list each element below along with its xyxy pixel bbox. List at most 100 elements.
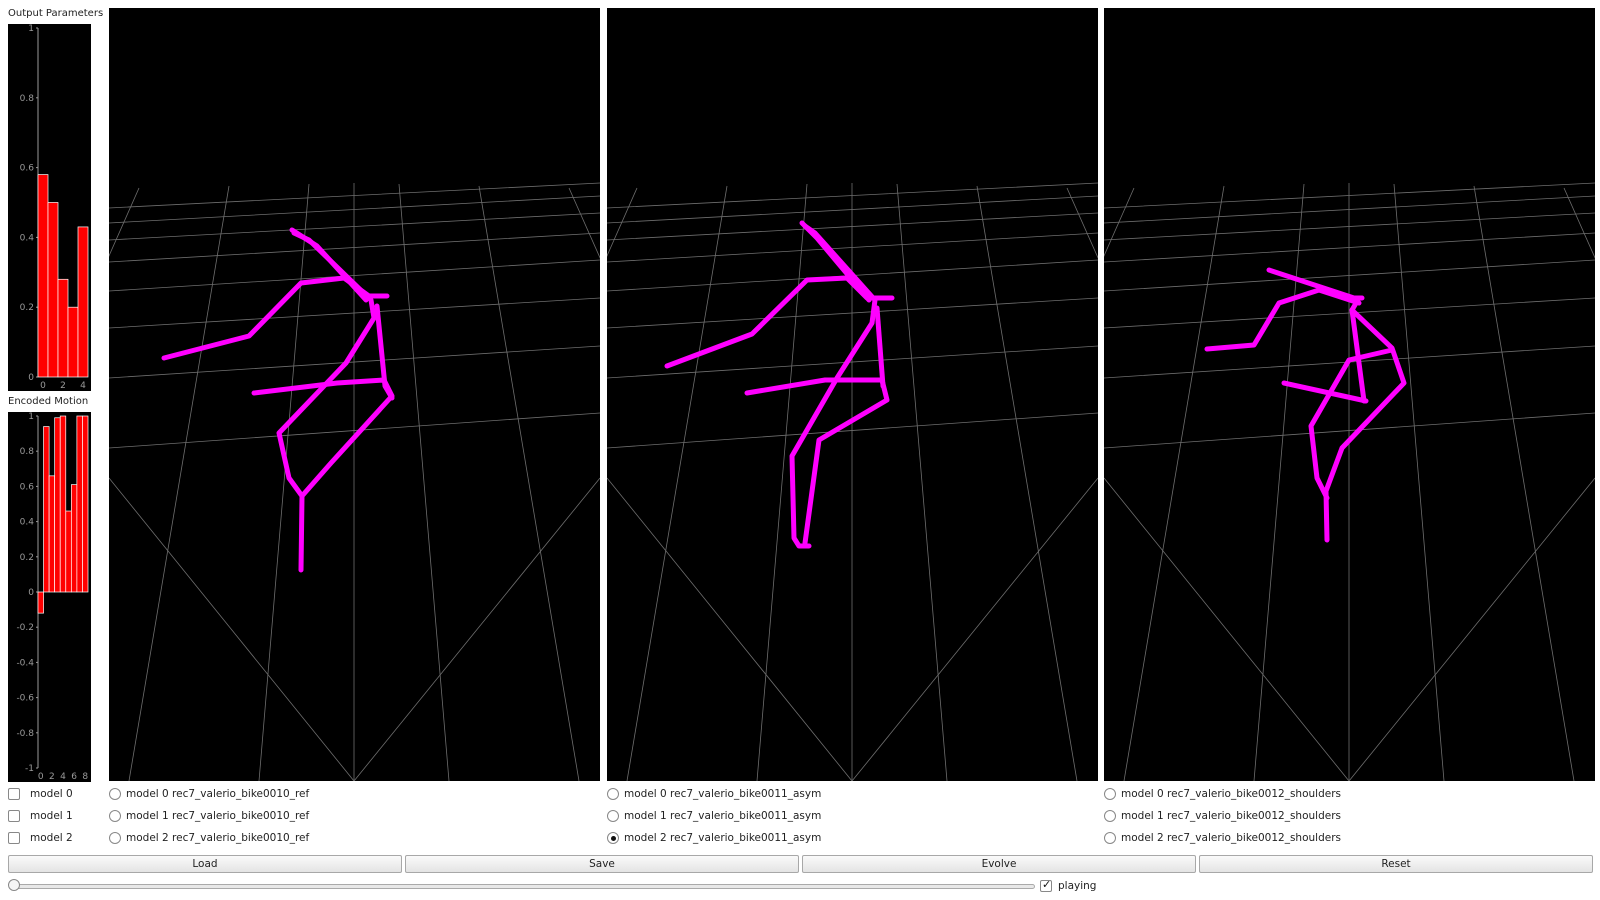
- viewport-2-model-0-radio[interactable]: model 0 rec7_valerio_bike0011_asym: [607, 786, 821, 802]
- viewport-3[interactable]: [1104, 8, 1595, 781]
- output-params-bar: [77, 226, 89, 378]
- encoded-motion-x-tick-label: 6: [71, 772, 77, 782]
- radio-button[interactable]: [109, 810, 121, 822]
- encoded-motion-y-tick-label: 1: [28, 412, 34, 422]
- encoded-motion-y-tick-label: 0.4: [20, 518, 35, 528]
- viewport-3-model-2-radio[interactable]: model 2 rec7_valerio_bike0012_shoulders: [1104, 830, 1341, 846]
- radio-button[interactable]: [1104, 832, 1116, 844]
- checkbox-box[interactable]: [8, 788, 20, 800]
- viewport-1[interactable]: [109, 8, 600, 781]
- radio-button[interactable]: [607, 832, 619, 844]
- viewport-1-model-2-radio[interactable]: model 2 rec7_valerio_bike0010_ref: [109, 830, 309, 846]
- encoded-motion-bar: [37, 591, 44, 614]
- encoded-motion-y-tick-label: -0.8: [16, 729, 34, 739]
- output-params-y-tick-label: 0.2: [20, 303, 34, 313]
- radio-button[interactable]: [109, 832, 121, 844]
- skeleton-figure: [664, 220, 895, 549]
- viewport-3-model-1-radio[interactable]: model 1 rec7_valerio_bike0012_shoulders: [1104, 808, 1341, 824]
- encoded-motion-bar: [43, 426, 50, 593]
- encoded-motion-y-tick-label: -0.6: [16, 694, 34, 704]
- ground-grid: [1104, 182, 1595, 781]
- encoded-motion-y-tick-label: -0.4: [16, 658, 34, 668]
- viewport-2[interactable]: [607, 8, 1098, 781]
- load-button[interactable]: Load: [8, 855, 402, 873]
- model-1-checkbox[interactable]: model 1: [8, 808, 73, 824]
- radio-button[interactable]: [607, 788, 619, 800]
- encoded-motion-x-tick-label: 8: [82, 772, 88, 782]
- output-params-bar: [37, 174, 49, 378]
- encoded-motion-bar: [82, 415, 89, 593]
- model-0-checkbox[interactable]: model 0: [8, 786, 73, 802]
- skeleton-figure: [1204, 267, 1407, 543]
- checkbox-label: model 1: [30, 810, 73, 822]
- radio-label: model 0 rec7_valerio_bike0012_shoulders: [1121, 788, 1341, 800]
- radio-label: model 1 rec7_valerio_bike0011_asym: [624, 810, 822, 822]
- radio-label: model 0 rec7_valerio_bike0010_ref: [126, 788, 310, 800]
- radio-button[interactable]: [1104, 810, 1116, 822]
- encoded-motion-label: Encoded Motion: [8, 396, 89, 407]
- evolve-button[interactable]: Evolve: [802, 855, 1196, 873]
- radio-label: model 1 rec7_valerio_bike0012_shoulders: [1121, 810, 1341, 822]
- viewport-2-scene: [607, 182, 1098, 781]
- encoded-motion-chart: -1 -0.8 -0.6 -0.4 -0.2 0 0.2 0.4 0.6 0.8 1 0 2 4 6 8: [8, 412, 91, 782]
- output-parameters-label: Output Parameters: [8, 8, 104, 19]
- output-parameters-chart: 0 0.2 0.4 0.6 0.8 1 0 2 4: [8, 24, 91, 391]
- radio-button[interactable]: [1104, 788, 1116, 800]
- model-2-checkbox[interactable]: model 2: [8, 830, 73, 846]
- output-params-y-tick-label: 0.4: [20, 233, 35, 243]
- checkbox-label: model 2: [30, 832, 73, 844]
- output-params-bar: [57, 278, 69, 378]
- viewport-2-model-2-radio[interactable]: model 2 rec7_valerio_bike0011_asym: [607, 830, 821, 846]
- encoded-motion-bar: [70, 484, 78, 593]
- encoded-motion-bar: [76, 415, 83, 593]
- encoded-motion-bar: [54, 417, 61, 593]
- checkbox-box[interactable]: [8, 810, 20, 822]
- output-params-y-tick-label: 0: [28, 373, 34, 383]
- radio-button[interactable]: [109, 788, 121, 800]
- viewport-3-model-0-radio[interactable]: model 0 rec7_valerio_bike0012_shoulders: [1104, 786, 1341, 802]
- radio-label: model 2 rec7_valerio_bike0012_shoulders: [1121, 832, 1341, 844]
- viewport-2-model-1-radio[interactable]: model 1 rec7_valerio_bike0011_asym: [607, 808, 821, 824]
- output-params-x-tick-label: 0: [40, 381, 46, 391]
- encoded-motion-x-tick-label: 0: [38, 772, 44, 782]
- save-button[interactable]: Save: [405, 855, 799, 873]
- output-params-bar: [47, 202, 59, 378]
- encoded-motion-bar: [59, 415, 67, 593]
- motion-editor-app: Output Parameters 0 0.2 0.4 0.6 0.8 1 0 2 4 Enco…: [0, 0, 1600, 900]
- checkbox-label: model 0: [30, 788, 73, 800]
- encoded-motion-y-tick-label: 0: [28, 588, 34, 598]
- encoded-motion-bar: [65, 510, 72, 593]
- output-params-y-tick-label: 1: [28, 24, 34, 34]
- encoded-motion-y-tick-label: 0.8: [20, 447, 35, 457]
- checkbox-box[interactable]: [8, 832, 20, 844]
- playback-slider-handle[interactable]: [8, 879, 20, 891]
- output-params-y-tick-label: 0.6: [20, 164, 35, 174]
- viewport-1-model-1-radio[interactable]: model 1 rec7_valerio_bike0010_ref: [109, 808, 309, 824]
- ground-grid: [109, 182, 600, 781]
- playing-checkbox[interactable]: playing: [1040, 878, 1096, 894]
- viewport-1-model-0-radio[interactable]: model 0 rec7_valerio_bike0010_ref: [109, 786, 309, 802]
- radio-button[interactable]: [607, 810, 619, 822]
- encoded-motion-y-tick-label: 0.2: [20, 553, 34, 563]
- radio-label: model 2 rec7_valerio_bike0011_asym: [624, 832, 822, 844]
- playback-slider-track[interactable]: [10, 884, 1035, 889]
- encoded-motion-y-tick-label: -1: [25, 764, 34, 774]
- encoded-motion-bar: [48, 475, 56, 593]
- reset-button[interactable]: Reset: [1199, 855, 1593, 873]
- output-params-x-tick-label: 2: [60, 381, 66, 391]
- radio-label: model 2 rec7_valerio_bike0010_ref: [126, 832, 310, 844]
- playing-label: playing: [1058, 880, 1097, 892]
- checkbox-box[interactable]: [1040, 878, 1052, 892]
- encoded-motion-x-tick-label: 4: [60, 772, 66, 782]
- encoded-motion-y-tick-label: 0.6: [20, 482, 35, 492]
- output-params-y-tick-label: 0.8: [20, 94, 35, 104]
- encoded-motion-x-tick-label: 2: [49, 772, 55, 782]
- viewport-3-scene: [1104, 182, 1595, 781]
- output-params-bar: [67, 306, 79, 378]
- radio-label: model 1 rec7_valerio_bike0010_ref: [126, 810, 310, 822]
- output-params-x-tick-label: 4: [80, 381, 86, 391]
- viewport-1-scene: [109, 182, 600, 781]
- encoded-motion-y-tick-label: -0.2: [16, 623, 34, 633]
- skeleton-figure: [161, 227, 395, 573]
- radio-label: model 0 rec7_valerio_bike0011_asym: [624, 788, 822, 800]
